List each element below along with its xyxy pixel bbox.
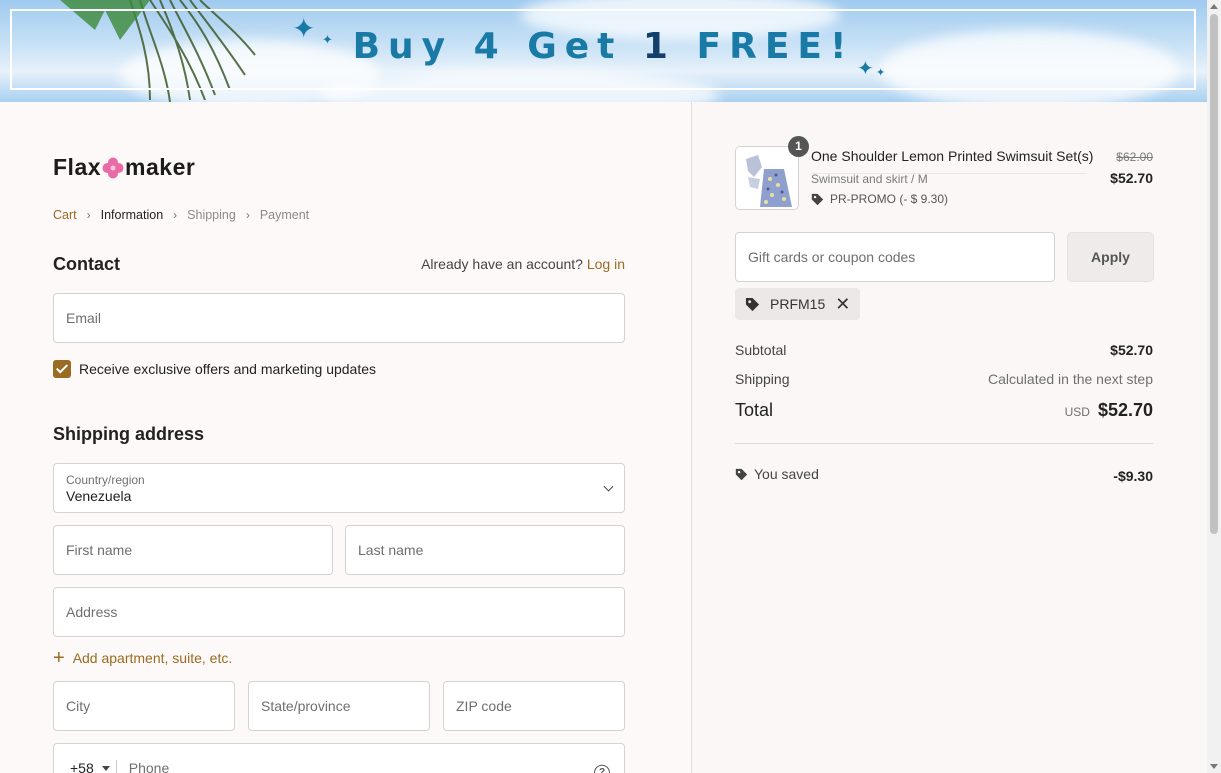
caret-down-icon — [101, 765, 110, 771]
shipping-row: Shipping Calculated in the next step — [735, 371, 1153, 387]
quantity-badge: 1 — [788, 136, 809, 157]
promo-text: Buy 4 Get 1 FREE! — [352, 26, 855, 67]
savings-row: You saved -$9.30 — [735, 466, 1153, 484]
product-name: One Shoulder Lemon Printed Swimsuit Set(… — [811, 148, 1094, 164]
applied-code: PRFM15 — [770, 296, 826, 312]
total-value: $52.70 — [1097, 400, 1153, 420]
phone-placeholder: Phone — [128, 760, 170, 773]
tag-icon — [745, 297, 760, 311]
original-price: $62.00 — [1116, 150, 1153, 164]
phone-code: +58 — [70, 760, 94, 773]
state-placeholder: State/province — [261, 698, 351, 714]
last-name-placeholder: Last name — [358, 542, 424, 558]
phone-separator — [115, 760, 117, 773]
marketing-checkbox[interactable] — [53, 360, 71, 378]
email-field[interactable]: Email — [53, 293, 625, 343]
country-label: Country/region — [66, 472, 145, 487]
sparkle-icon: ✦ — [876, 67, 886, 79]
chevron-right-icon: › — [245, 208, 250, 222]
total-row: Total USD $52.70 — [735, 400, 1153, 421]
subtotal-value: $52.70 — [1110, 342, 1153, 358]
address-field[interactable]: Address — [53, 587, 625, 637]
product-variant: Swimsuit and skirt / M — [811, 172, 928, 186]
summary-divider — [735, 443, 1153, 444]
product-thumbnail — [735, 146, 799, 210]
state-field[interactable]: State/province — [248, 681, 430, 731]
page-scrollbar[interactable] — [1207, 0, 1221, 773]
phone-country-code[interactable]: +58 — [70, 760, 110, 773]
saved-value: -$9.30 — [1113, 467, 1153, 484]
saved-label: You saved — [754, 466, 819, 482]
brand-logo[interactable]: Flax maker — [53, 154, 195, 181]
contact-heading: Contact — [53, 254, 120, 274]
last-name-field[interactable]: Last name — [345, 525, 625, 575]
breadcrumb: Cart › Information › Shipping › Payment — [53, 208, 309, 222]
scroll-down-icon[interactable] — [1210, 764, 1218, 769]
account-prompt: Already have an account? Log in — [421, 256, 625, 272]
chevron-down-icon — [603, 481, 614, 492]
phone-field[interactable]: +58 Phone ? — [53, 743, 625, 773]
country-value: Venezuela — [66, 487, 132, 504]
product-discount-text: PR-PROMO (- $ 9.30) — [830, 192, 949, 206]
tag-icon — [735, 468, 748, 480]
scrollbar-thumb[interactable] — [1210, 14, 1218, 534]
plus-icon: + — [53, 647, 65, 669]
city-placeholder: City — [66, 698, 91, 714]
coupon-placeholder: Gift cards or coupon codes — [748, 249, 916, 265]
chevron-right-icon: › — [173, 208, 178, 222]
breadcrumb-information: Information — [100, 208, 164, 222]
checkout-form-panel: Flax maker Cart › Information › Shipping… — [0, 102, 691, 773]
apply-button[interactable]: Apply — [1067, 232, 1154, 282]
promo-banner: ✦ ✦ ✦ ✦ Buy 4 Get 1 FREE! — [0, 0, 1207, 102]
shipping-value: Calculated in the next step — [988, 371, 1153, 387]
subtotal-row: Subtotal $52.70 — [735, 342, 1153, 358]
city-field[interactable]: City — [53, 681, 235, 731]
breadcrumb-cart[interactable]: Cart — [53, 208, 77, 222]
product-discount: PR-PROMO (- $ 9.30) — [811, 192, 948, 206]
marketing-optin[interactable]: Receive exclusive offers and marketing u… — [53, 360, 376, 378]
product-price: $52.70 — [1110, 170, 1153, 186]
total-label: Total — [735, 400, 774, 420]
email-placeholder: Email — [66, 310, 102, 326]
add-apartment-link[interactable]: + Add apartment, suite, etc. — [53, 647, 233, 669]
breadcrumb-payment: Payment — [259, 208, 310, 222]
coupon-input[interactable]: Gift cards or coupon codes — [735, 232, 1055, 282]
login-link[interactable]: Log in — [587, 256, 625, 272]
zip-placeholder: ZIP code — [456, 698, 512, 714]
order-summary-panel: 1 One Shoulder Lemon Printed Swimsuit Se… — [692, 102, 1207, 773]
remove-code-icon[interactable]: ✕ — [835, 295, 850, 313]
subtotal-label: Subtotal — [735, 342, 787, 358]
breadcrumb-shipping: Shipping — [187, 208, 236, 222]
zip-field[interactable]: ZIP code — [443, 681, 625, 731]
scroll-up-icon[interactable] — [1210, 4, 1218, 9]
tag-icon — [811, 193, 824, 205]
chevron-right-icon: › — [86, 208, 91, 222]
first-name-field[interactable]: First name — [53, 525, 333, 575]
address-placeholder: Address — [66, 604, 118, 620]
country-select[interactable]: Country/region Venezuela — [53, 463, 625, 513]
applied-discount-chip: PRFM15 ✕ — [735, 288, 861, 320]
help-icon[interactable]: ? — [594, 764, 610, 773]
marketing-label: Receive exclusive offers and marketing u… — [79, 361, 377, 377]
shipping-label: Shipping — [735, 371, 790, 387]
shipping-address-heading: Shipping address — [53, 424, 205, 444]
currency-code: USD — [1064, 405, 1090, 419]
add-apartment-label: Add apartment, suite, etc. — [72, 650, 233, 666]
flower-icon — [102, 157, 124, 179]
first-name-placeholder: First name — [66, 542, 133, 558]
